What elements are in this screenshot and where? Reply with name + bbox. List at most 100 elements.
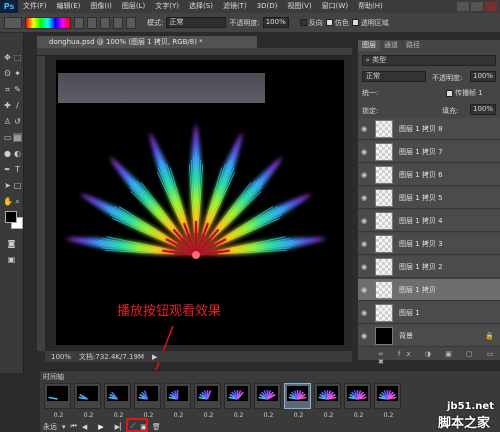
layer-row[interactable]: ◉ 图层 1 <box>358 302 500 324</box>
move-tool-icon[interactable]: ✥ <box>3 53 12 62</box>
first-frame-icon[interactable]: ⏮ <box>71 422 77 431</box>
clone-stamp-tool-icon[interactable]: ♙ <box>3 117 12 126</box>
menu-item[interactable]: 编辑(E) <box>52 0 86 13</box>
linear-gradient-button[interactable] <box>74 16 84 29</box>
dodge-tool-icon[interactable]: ◐ <box>13 149 22 158</box>
dither-checkbox[interactable]: 仿色 <box>325 18 349 28</box>
zoom-level[interactable]: 100% <box>51 353 71 361</box>
menu-item[interactable]: 图像(I) <box>85 0 117 13</box>
animation-frame[interactable]: 0.2 <box>104 383 131 419</box>
status-arrow-icon[interactable]: ▶ <box>152 353 157 361</box>
shape-tool-icon[interactable]: ▢ <box>13 181 22 190</box>
menu-item[interactable]: 文字(Y) <box>150 0 184 13</box>
layer-row[interactable]: ◉ 图层 1 拷贝 3 <box>358 233 500 255</box>
previous-frame-icon[interactable]: ◀ <box>82 423 87 431</box>
frame-delay[interactable]: 0.2 <box>225 412 252 419</box>
visibility-eye-icon[interactable]: ◉ <box>358 332 370 340</box>
transparency-checkbox[interactable]: 透明区域 <box>351 18 389 28</box>
visibility-eye-icon[interactable]: ◉ <box>358 148 370 156</box>
layer-row[interactable]: ◉ 图层 1 拷贝 5 <box>358 187 500 209</box>
maximize-button[interactable] <box>471 2 483 11</box>
crop-tool-icon[interactable]: ⌗ <box>3 85 12 94</box>
visibility-eye-icon[interactable]: ◉ <box>358 217 370 225</box>
frame-delay[interactable]: 0.2 <box>75 412 102 419</box>
menu-item[interactable]: 窗口(W) <box>317 0 353 13</box>
frame-delay[interactable]: 0.2 <box>45 412 72 419</box>
animation-frame[interactable]: 0.2 <box>314 383 341 419</box>
animation-frame[interactable]: 0.2 <box>344 383 371 419</box>
angle-gradient-button[interactable] <box>100 16 110 29</box>
zoom-tool-icon[interactable]: ⌕ <box>13 197 22 206</box>
layer-row[interactable]: ◉ 图层 1 拷贝 7 <box>358 141 500 163</box>
animation-frame[interactable]: 0.2 <box>284 383 311 419</box>
healing-brush-tool-icon[interactable]: ✚ <box>3 101 12 110</box>
visibility-eye-icon[interactable]: ◉ <box>358 286 370 294</box>
magic-wand-tool-icon[interactable]: ✦ <box>13 69 22 78</box>
frame-delay[interactable]: 0.2 <box>315 412 342 419</box>
animation-frame[interactable]: 0.2 <box>374 383 401 419</box>
play-icon[interactable]: ▶ <box>98 423 103 431</box>
lasso-tool-icon[interactable]: ʘ <box>3 69 12 78</box>
animation-frame[interactable]: 0.2 <box>164 383 191 419</box>
frame-delay[interactable]: 0.2 <box>345 412 372 419</box>
propagate-frame-checkbox[interactable]: 传播帧 1 <box>446 88 483 98</box>
menu-item[interactable]: 选择(S) <box>184 0 218 13</box>
marquee-tool-icon[interactable]: ⬚ <box>13 53 22 62</box>
layer-row[interactable]: ◉ 图层 1 拷贝 8 <box>358 118 500 140</box>
delete-frame-icon[interactable]: 🗑 <box>152 423 161 431</box>
layer-opacity-input[interactable]: 100% <box>470 71 496 82</box>
panel-tab[interactable]: 路径 <box>402 40 424 51</box>
document-tab[interactable]: donghua.psd @ 100% (图层 1 拷贝, RGB/8) * <box>37 36 257 48</box>
gradient-picker[interactable] <box>25 16 71 29</box>
frame-delay[interactable]: 0.2 <box>285 412 312 419</box>
path-selection-tool-icon[interactable]: ➤ <box>3 181 12 190</box>
fill-input[interactable]: 100% <box>470 104 496 115</box>
gradient-tool-icon[interactable]: ▤ <box>13 133 22 142</box>
frame-delay[interactable]: 0.2 <box>255 412 282 419</box>
reverse-checkbox[interactable]: 反向 <box>299 18 323 28</box>
panel-tab[interactable]: 通道 <box>380 40 402 51</box>
diamond-gradient-button[interactable] <box>126 16 136 29</box>
visibility-eye-icon[interactable]: ◉ <box>358 263 370 271</box>
blend-mode-select[interactable]: 正常 <box>362 71 426 82</box>
gradient-tool-preset[interactable] <box>4 16 22 29</box>
frame-delay[interactable]: 0.2 <box>375 412 402 419</box>
close-button[interactable] <box>485 2 497 11</box>
visibility-eye-icon[interactable]: ◉ <box>358 309 370 317</box>
animation-frame[interactable]: 0.2 <box>254 383 281 419</box>
panel-tab[interactable]: 图层 <box>358 40 380 51</box>
menu-item[interactable]: 帮助(H) <box>353 0 388 13</box>
animation-frame[interactable]: 0.2 <box>134 383 161 419</box>
visibility-eye-icon[interactable]: ◉ <box>358 171 370 179</box>
opacity-input[interactable]: 100% <box>262 17 289 28</box>
layer-row[interactable]: ◉ 背景 🔒 <box>358 325 500 347</box>
layer-row[interactable]: ◉ 图层 1 拷贝 <box>358 279 500 301</box>
layer-filter-select[interactable]: ⌕ 类型 <box>362 55 496 66</box>
frame-delay[interactable]: 0.2 <box>165 412 192 419</box>
quick-mask-icon[interactable]: ◙ <box>7 239 16 248</box>
brush-tool-icon[interactable]: / <box>13 101 22 110</box>
eyedropper-tool-icon[interactable]: ✎ <box>13 85 22 94</box>
eraser-tool-icon[interactable]: ▭ <box>3 133 12 142</box>
visibility-eye-icon[interactable]: ◉ <box>358 194 370 202</box>
pen-tool-icon[interactable]: ✒ <box>3 165 12 174</box>
hand-tool-icon[interactable]: ✋ <box>3 197 13 206</box>
reflected-gradient-button[interactable] <box>113 16 123 29</box>
next-frame-icon[interactable]: ▶▏ <box>115 423 126 431</box>
menu-item[interactable]: 滤镜(T) <box>218 0 252 13</box>
menu-item[interactable]: 3D(D) <box>252 0 283 13</box>
layer-row[interactable]: ◉ 图层 1 拷贝 6 <box>358 164 500 186</box>
history-brush-tool-icon[interactable]: ↺ <box>13 117 22 126</box>
type-tool-icon[interactable]: T <box>13 165 22 174</box>
screen-mode-icon[interactable]: ▣ <box>7 255 16 264</box>
animation-frame[interactable]: 0.2 <box>74 383 101 419</box>
layer-row[interactable]: ◉ 图层 1 拷贝 2 <box>358 256 500 278</box>
menu-item[interactable]: 图层(L) <box>117 0 150 13</box>
minimize-button[interactable] <box>457 2 469 11</box>
animation-frame[interactable]: 0.2 <box>44 383 71 419</box>
visibility-eye-icon[interactable]: ◉ <box>358 240 370 248</box>
layer-row[interactable]: ◉ 图层 1 拷贝 4 <box>358 210 500 232</box>
radial-gradient-button[interactable] <box>87 16 97 29</box>
blur-tool-icon[interactable]: ● <box>3 149 12 158</box>
loop-select[interactable]: 永远 <box>43 422 57 432</box>
